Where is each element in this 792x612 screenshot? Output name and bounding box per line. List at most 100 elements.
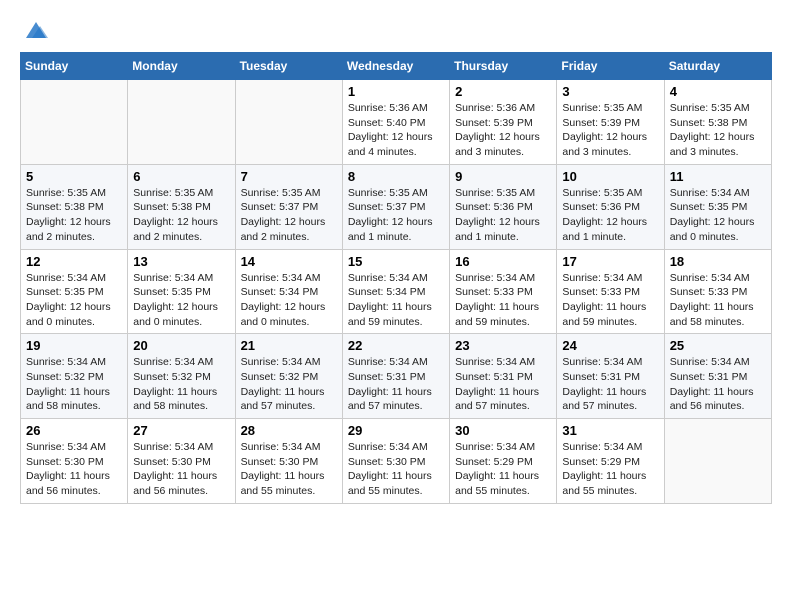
calendar-cell: 13 Sunrise: 5:34 AMSunset: 5:35 PMDayligh… bbox=[128, 249, 235, 334]
day-info: Sunrise: 5:35 AMSunset: 5:38 PMDaylight:… bbox=[670, 101, 766, 160]
day-info: Sunrise: 5:34 AMSunset: 5:30 PMDaylight:… bbox=[133, 440, 229, 499]
calendar-cell: 30 Sunrise: 5:34 AMSunset: 5:29 PMDayligh… bbox=[450, 419, 557, 504]
day-info: Sunrise: 5:34 AMSunset: 5:32 PMDaylight:… bbox=[241, 355, 337, 414]
day-number: 5 bbox=[26, 169, 122, 184]
logo-icon bbox=[22, 20, 50, 40]
day-info: Sunrise: 5:34 AMSunset: 5:33 PMDaylight:… bbox=[455, 271, 551, 330]
calendar-cell: 4 Sunrise: 5:35 AMSunset: 5:38 PMDaylight… bbox=[664, 80, 771, 165]
calendar-week-row: 26 Sunrise: 5:34 AMSunset: 5:30 PMDayligh… bbox=[21, 419, 772, 504]
weekday-header-wednesday: Wednesday bbox=[342, 53, 449, 80]
calendar-cell bbox=[664, 419, 771, 504]
day-info: Sunrise: 5:34 AMSunset: 5:33 PMDaylight:… bbox=[670, 271, 766, 330]
day-number: 8 bbox=[348, 169, 444, 184]
day-info: Sunrise: 5:34 AMSunset: 5:31 PMDaylight:… bbox=[562, 355, 658, 414]
calendar-week-row: 1 Sunrise: 5:36 AMSunset: 5:40 PMDaylight… bbox=[21, 80, 772, 165]
weekday-header-monday: Monday bbox=[128, 53, 235, 80]
weekday-header-saturday: Saturday bbox=[664, 53, 771, 80]
day-number: 31 bbox=[562, 423, 658, 438]
calendar-cell: 25 Sunrise: 5:34 AMSunset: 5:31 PMDayligh… bbox=[664, 334, 771, 419]
day-number: 13 bbox=[133, 254, 229, 269]
calendar-cell: 28 Sunrise: 5:34 AMSunset: 5:30 PMDayligh… bbox=[235, 419, 342, 504]
calendar-cell: 17Sunrise: 5:34 AMSunset: 5:33 PMDayligh… bbox=[557, 249, 664, 334]
day-info: Sunrise: 5:34 AMSunset: 5:29 PMDaylight:… bbox=[562, 440, 658, 499]
day-number: 28 bbox=[241, 423, 337, 438]
day-number: 12 bbox=[26, 254, 122, 269]
calendar-cell: 31 Sunrise: 5:34 AMSunset: 5:29 PMDayligh… bbox=[557, 419, 664, 504]
calendar-cell bbox=[21, 80, 128, 165]
day-number: 23 bbox=[455, 338, 551, 353]
calendar-cell: 27 Sunrise: 5:34 AMSunset: 5:30 PMDayligh… bbox=[128, 419, 235, 504]
calendar-cell: 9Sunrise: 5:35 AMSunset: 5:36 PMDaylight… bbox=[450, 164, 557, 249]
day-number: 27 bbox=[133, 423, 229, 438]
day-info: Sunrise: 5:34 AMSunset: 5:34 PMDaylight:… bbox=[348, 271, 444, 330]
calendar-cell: 15 Sunrise: 5:34 AMSunset: 5:34 PMDayligh… bbox=[342, 249, 449, 334]
day-info: Sunrise: 5:35 AMSunset: 5:39 PMDaylight:… bbox=[562, 101, 658, 160]
weekday-header-friday: Friday bbox=[557, 53, 664, 80]
day-number: 20 bbox=[133, 338, 229, 353]
day-info: Sunrise: 5:34 AMSunset: 5:29 PMDaylight:… bbox=[455, 440, 551, 499]
day-info: Sunrise: 5:35 AMSunset: 5:36 PMDaylight:… bbox=[562, 186, 658, 245]
calendar-cell: 20Sunrise: 5:34 AMSunset: 5:32 PMDayligh… bbox=[128, 334, 235, 419]
day-number: 22 bbox=[348, 338, 444, 353]
day-number: 4 bbox=[670, 84, 766, 99]
calendar-cell: 19Sunrise: 5:34 AMSunset: 5:32 PMDayligh… bbox=[21, 334, 128, 419]
day-number: 9 bbox=[455, 169, 551, 184]
weekday-header-sunday: Sunday bbox=[21, 53, 128, 80]
calendar-cell: 29 Sunrise: 5:34 AMSunset: 5:30 PMDayligh… bbox=[342, 419, 449, 504]
day-number: 21 bbox=[241, 338, 337, 353]
calendar-cell: 5 Sunrise: 5:35 AMSunset: 5:38 PMDaylight… bbox=[21, 164, 128, 249]
day-number: 30 bbox=[455, 423, 551, 438]
calendar-body: 1 Sunrise: 5:36 AMSunset: 5:40 PMDaylight… bbox=[21, 80, 772, 504]
day-number: 25 bbox=[670, 338, 766, 353]
day-number: 26 bbox=[26, 423, 122, 438]
calendar-cell: 18 Sunrise: 5:34 AMSunset: 5:33 PMDayligh… bbox=[664, 249, 771, 334]
day-info: Sunrise: 5:36 AMSunset: 5:40 PMDaylight:… bbox=[348, 101, 444, 160]
calendar-table: SundayMondayTuesdayWednesdayThursdayFrid… bbox=[20, 52, 772, 504]
day-info: Sunrise: 5:35 AMSunset: 5:38 PMDaylight:… bbox=[133, 186, 229, 245]
calendar-cell bbox=[235, 80, 342, 165]
day-number: 7 bbox=[241, 169, 337, 184]
calendar-cell: 6 Sunrise: 5:35 AMSunset: 5:38 PMDaylight… bbox=[128, 164, 235, 249]
day-info: Sunrise: 5:35 AMSunset: 5:38 PMDaylight:… bbox=[26, 186, 122, 245]
calendar-cell: 1 Sunrise: 5:36 AMSunset: 5:40 PMDaylight… bbox=[342, 80, 449, 165]
day-info: Sunrise: 5:35 AMSunset: 5:37 PMDaylight:… bbox=[348, 186, 444, 245]
day-info: Sunrise: 5:34 AMSunset: 5:35 PMDaylight:… bbox=[670, 186, 766, 245]
calendar-cell: 14Sunrise: 5:34 AMSunset: 5:34 PMDayligh… bbox=[235, 249, 342, 334]
weekday-header-thursday: Thursday bbox=[450, 53, 557, 80]
logo bbox=[20, 20, 50, 36]
day-number: 24 bbox=[562, 338, 658, 353]
day-number: 11 bbox=[670, 169, 766, 184]
day-info: Sunrise: 5:34 AMSunset: 5:30 PMDaylight:… bbox=[348, 440, 444, 499]
day-number: 19 bbox=[26, 338, 122, 353]
calendar-cell: 23 Sunrise: 5:34 AMSunset: 5:31 PMDayligh… bbox=[450, 334, 557, 419]
day-number: 18 bbox=[670, 254, 766, 269]
day-info: Sunrise: 5:34 AMSunset: 5:31 PMDaylight:… bbox=[670, 355, 766, 414]
calendar-cell: 7 Sunrise: 5:35 AMSunset: 5:37 PMDaylight… bbox=[235, 164, 342, 249]
day-info: Sunrise: 5:34 AMSunset: 5:35 PMDaylight:… bbox=[133, 271, 229, 330]
calendar-cell: 16 Sunrise: 5:34 AMSunset: 5:33 PMDayligh… bbox=[450, 249, 557, 334]
day-info: Sunrise: 5:36 AMSunset: 5:39 PMDaylight:… bbox=[455, 101, 551, 160]
calendar-cell: 3 Sunrise: 5:35 AMSunset: 5:39 PMDaylight… bbox=[557, 80, 664, 165]
day-number: 1 bbox=[348, 84, 444, 99]
day-info: Sunrise: 5:35 AMSunset: 5:37 PMDaylight:… bbox=[241, 186, 337, 245]
calendar-cell: 24 Sunrise: 5:34 AMSunset: 5:31 PMDayligh… bbox=[557, 334, 664, 419]
day-number: 3 bbox=[562, 84, 658, 99]
calendar-week-row: 12 Sunrise: 5:34 AMSunset: 5:35 PMDayligh… bbox=[21, 249, 772, 334]
day-info: Sunrise: 5:34 AMSunset: 5:31 PMDaylight:… bbox=[455, 355, 551, 414]
weekday-header-tuesday: Tuesday bbox=[235, 53, 342, 80]
calendar-cell: 12 Sunrise: 5:34 AMSunset: 5:35 PMDayligh… bbox=[21, 249, 128, 334]
day-number: 10 bbox=[562, 169, 658, 184]
calendar-cell: 22 Sunrise: 5:34 AMSunset: 5:31 PMDayligh… bbox=[342, 334, 449, 419]
day-number: 6 bbox=[133, 169, 229, 184]
day-info: Sunrise: 5:34 AMSunset: 5:30 PMDaylight:… bbox=[241, 440, 337, 499]
day-info: Sunrise: 5:34 AMSunset: 5:35 PMDaylight:… bbox=[26, 271, 122, 330]
calendar-week-row: 5 Sunrise: 5:35 AMSunset: 5:38 PMDaylight… bbox=[21, 164, 772, 249]
day-info: Sunrise: 5:34 AMSunset: 5:34 PMDaylight:… bbox=[241, 271, 337, 330]
day-number: 16 bbox=[455, 254, 551, 269]
calendar-cell: 11 Sunrise: 5:34 AMSunset: 5:35 PMDayligh… bbox=[664, 164, 771, 249]
calendar-cell: 2Sunrise: 5:36 AMSunset: 5:39 PMDaylight… bbox=[450, 80, 557, 165]
day-info: Sunrise: 5:34 AMSunset: 5:31 PMDaylight:… bbox=[348, 355, 444, 414]
calendar-cell bbox=[128, 80, 235, 165]
day-number: 29 bbox=[348, 423, 444, 438]
day-number: 15 bbox=[348, 254, 444, 269]
